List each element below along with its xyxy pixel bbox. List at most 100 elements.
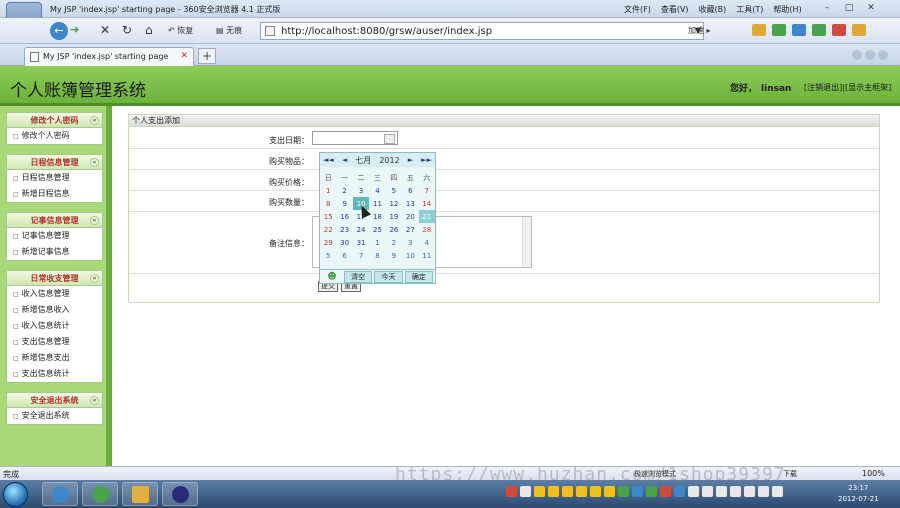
tray-icon[interactable] xyxy=(506,486,517,497)
calendar-day[interactable]: 24 xyxy=(353,223,369,236)
tray-icon[interactable] xyxy=(590,486,601,497)
close-icon[interactable]: ✕ xyxy=(862,2,880,14)
calendar-day[interactable]: 20 xyxy=(402,210,418,223)
calendar-day[interactable]: 3 xyxy=(402,236,418,249)
sidebar-item-income-manage[interactable]: 收入信息管理 xyxy=(7,286,102,302)
extension-icon[interactable] xyxy=(852,24,866,36)
sidebar-item-income-stats[interactable]: 收入信息统计 xyxy=(7,318,102,334)
tray-icon[interactable] xyxy=(702,486,713,497)
forward-arrow-icon[interactable]: ➜ xyxy=(70,23,79,36)
stop-icon[interactable]: ✕ xyxy=(100,23,110,37)
tab-control-icon[interactable] xyxy=(878,50,888,60)
tray-icon[interactable] xyxy=(730,486,741,497)
tab-index-page[interactable]: My JSP 'index.jsp' starting page ✕ xyxy=(24,47,194,66)
date-input[interactable] xyxy=(312,131,398,145)
calendar-day[interactable]: 4 xyxy=(419,236,435,249)
tray-icon[interactable] xyxy=(632,486,643,497)
tray-icon[interactable] xyxy=(716,486,727,497)
calendar-day[interactable]: 31 xyxy=(353,236,369,249)
calendar-day[interactable]: 16 xyxy=(336,210,352,223)
calendar-day[interactable]: 5 xyxy=(320,249,336,262)
tab-control-icon[interactable] xyxy=(852,50,862,60)
taskbar-360-button[interactable] xyxy=(82,482,118,506)
calendar-day[interactable]: 14 xyxy=(419,197,435,210)
group-header[interactable]: 日常收支管理 « xyxy=(7,271,102,286)
menu-view[interactable]: 查看(V) xyxy=(661,4,689,15)
tab-control-icon[interactable] xyxy=(865,50,875,60)
calendar-day[interactable]: 25 xyxy=(369,223,385,236)
tray-icon[interactable] xyxy=(534,486,545,497)
address-bar[interactable]: http://localhost:8080/grsw/auser/index.j… xyxy=(260,22,704,40)
calendar-confirm-button[interactable]: 确定 xyxy=(404,270,433,283)
taskbar-ie-button[interactable] xyxy=(42,482,78,506)
url-text[interactable]: http://localhost:8080/grsw/auser/index.j… xyxy=(281,26,492,37)
calendar-day[interactable]: 7 xyxy=(419,184,435,197)
calendar-day[interactable]: 15 xyxy=(320,210,336,223)
sidebar-item-income-add[interactable]: 新增信息收入 xyxy=(7,302,102,318)
calendar-day[interactable]: 2 xyxy=(336,184,352,197)
calendar-day[interactable]: 30 xyxy=(336,236,352,249)
calendar-day[interactable]: 6 xyxy=(402,184,418,197)
start-button[interactable] xyxy=(3,482,28,507)
calendar-day[interactable]: 8 xyxy=(369,249,385,262)
extension-icon[interactable] xyxy=(772,24,786,36)
calendar-month[interactable]: 七月 xyxy=(355,155,371,166)
sidebar-item-exit[interactable]: 安全退出系统 xyxy=(7,408,102,424)
menu-favorites[interactable]: 收藏(B) xyxy=(699,4,727,15)
calendar-day[interactable]: 8 xyxy=(320,197,336,210)
accelerate-button[interactable]: 加速 ▸ xyxy=(688,25,711,36)
calendar-day[interactable]: 23 xyxy=(336,223,352,236)
menu-tools[interactable]: 工具(T) xyxy=(736,4,763,15)
calendar-day[interactable]: 13 xyxy=(402,197,418,210)
restore-button[interactable]: ↶ 恢复 xyxy=(168,25,193,36)
tray-icon[interactable] xyxy=(520,486,531,497)
collapse-icon[interactable]: « xyxy=(90,216,99,225)
next-year-icon[interactable]: ►► xyxy=(421,156,432,164)
tray-icon[interactable] xyxy=(604,486,615,497)
extension-icon[interactable] xyxy=(832,24,846,36)
calendar-day[interactable]: 18 xyxy=(369,210,385,223)
calendar-day[interactable]: 3 xyxy=(353,184,369,197)
calendar-day[interactable]: 1 xyxy=(320,184,336,197)
collapse-icon[interactable]: « xyxy=(90,158,99,167)
back-arrow-icon[interactable]: ← xyxy=(50,22,68,40)
group-header[interactable]: 安全退出系统 « xyxy=(7,393,102,408)
logout-link[interactable]: [注销退出] xyxy=(804,83,842,92)
calendar-day[interactable]: 9 xyxy=(336,197,352,210)
calendar-day[interactable]: 1 xyxy=(369,236,385,249)
prev-month-icon[interactable]: ◄ xyxy=(342,156,347,164)
scrollbar[interactable] xyxy=(522,217,531,267)
calendar-day[interactable]: 6 xyxy=(336,249,352,262)
calendar-day[interactable]: 22 xyxy=(320,223,336,236)
calendar-day[interactable]: 7 xyxy=(353,249,369,262)
calendar-day[interactable]: 26 xyxy=(386,223,402,236)
calendar-day[interactable]: 9 xyxy=(386,249,402,262)
calendar-day[interactable]: 11 xyxy=(369,197,385,210)
calendar-day[interactable]: 27 xyxy=(402,223,418,236)
collapse-icon[interactable]: « xyxy=(90,116,99,125)
tray-icon[interactable] xyxy=(562,486,573,497)
sidebar-item-change-password[interactable]: 修改个人密码 xyxy=(7,128,102,144)
tray-icon[interactable] xyxy=(618,486,629,497)
calendar-day[interactable]: 28 xyxy=(419,223,435,236)
taskbar-explorer-button[interactable] xyxy=(122,482,158,506)
home-icon[interactable]: ⌂ xyxy=(145,23,153,37)
refresh-icon[interactable]: ↻ xyxy=(122,23,132,37)
extension-icon[interactable] xyxy=(752,24,766,36)
calendar-reset-icon[interactable]: ☻ xyxy=(320,272,344,282)
calendar-day[interactable]: 12 xyxy=(386,197,402,210)
calendar-day[interactable]: 10 xyxy=(402,249,418,262)
tray-icon[interactable] xyxy=(548,486,559,497)
tray-icon[interactable] xyxy=(758,486,769,497)
tray-icon[interactable] xyxy=(744,486,755,497)
collapse-icon[interactable]: « xyxy=(90,274,99,283)
extension-icon[interactable] xyxy=(792,24,806,36)
sidebar-item-expense-stats[interactable]: 支出信息统计 xyxy=(7,366,102,382)
calendar-today-button[interactable]: 今天 xyxy=(374,270,403,283)
calendar-day[interactable]: 5 xyxy=(386,184,402,197)
group-header[interactable]: 日程信息管理 « xyxy=(7,155,102,170)
show-frame-link[interactable]: [显示主框架] xyxy=(845,83,891,92)
tray-icon[interactable] xyxy=(674,486,685,497)
sidebar-item-expense-add[interactable]: 新增信息支出 xyxy=(7,350,102,366)
trace-button[interactable]: ▤ 无痕 xyxy=(216,25,242,36)
